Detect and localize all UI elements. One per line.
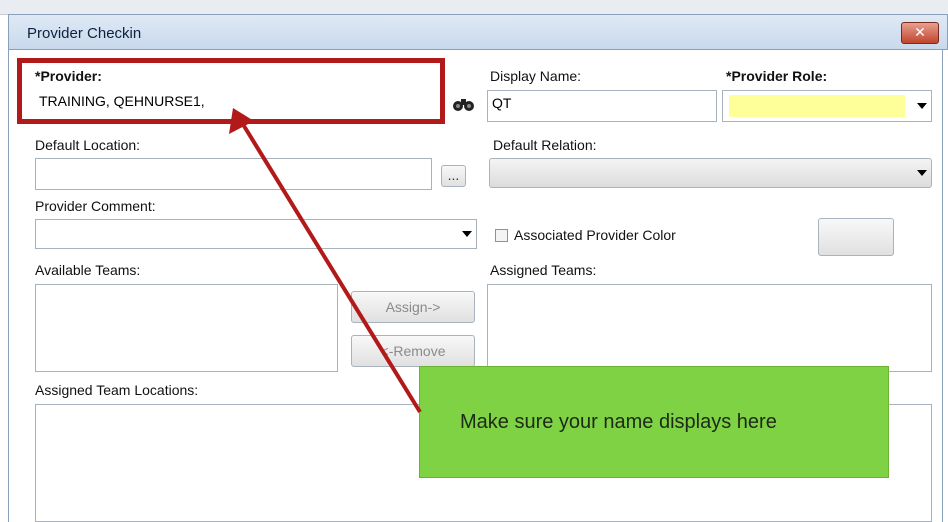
browse-location-button[interactable]: ... <box>441 165 466 187</box>
close-button[interactable]: ✕ <box>901 22 939 44</box>
default-relation-select[interactable] <box>489 158 932 188</box>
chevron-down-icon <box>462 231 472 237</box>
chevron-down-icon <box>917 103 927 109</box>
color-picker-button[interactable] <box>818 218 894 256</box>
assigned-team-locations-label: Assigned Team Locations: <box>35 382 199 398</box>
default-location-label: Default Location: <box>35 137 141 153</box>
associated-color-label: Associated Provider Color <box>514 227 676 243</box>
window-title: Provider Checkin <box>27 25 142 42</box>
chevron-down-icon <box>917 170 927 176</box>
browse-label: ... <box>447 167 460 183</box>
provider-comment-label: Provider Comment: <box>35 198 156 214</box>
assigned-teams-list[interactable] <box>487 284 932 372</box>
close-icon: ✕ <box>914 24 926 40</box>
assigned-teams-label: Assigned Teams: <box>490 262 597 278</box>
available-teams-label: Available Teams: <box>35 262 141 278</box>
annotation-callout: Make sure your name displays here <box>419 366 889 478</box>
available-teams-list[interactable] <box>35 284 338 372</box>
provider-comment-select[interactable] <box>35 219 477 249</box>
display-name-label: Display Name: <box>490 68 582 84</box>
provider-role-label: *Provider Role: <box>726 68 828 84</box>
window-titlebar: Provider Checkin ✕ <box>8 14 948 50</box>
display-name-value: QT <box>492 95 512 111</box>
remove-label: <-Remove <box>380 343 446 359</box>
callout-text: Make sure your name displays here <box>460 411 777 433</box>
remove-button[interactable]: <-Remove <box>351 335 475 367</box>
annotation-highlight-box <box>17 58 445 124</box>
assign-label: Assign-> <box>385 299 441 315</box>
associated-color-checkbox[interactable] <box>495 229 508 242</box>
default-relation-label: Default Relation: <box>493 137 597 153</box>
binoculars-icon[interactable] <box>452 96 476 112</box>
provider-role-value-area <box>729 95 905 117</box>
display-name-input[interactable]: QT <box>487 90 717 122</box>
provider-role-select[interactable] <box>722 90 932 122</box>
default-location-input[interactable] <box>35 158 432 190</box>
background-toolbar <box>0 0 948 15</box>
assign-button[interactable]: Assign-> <box>351 291 475 323</box>
